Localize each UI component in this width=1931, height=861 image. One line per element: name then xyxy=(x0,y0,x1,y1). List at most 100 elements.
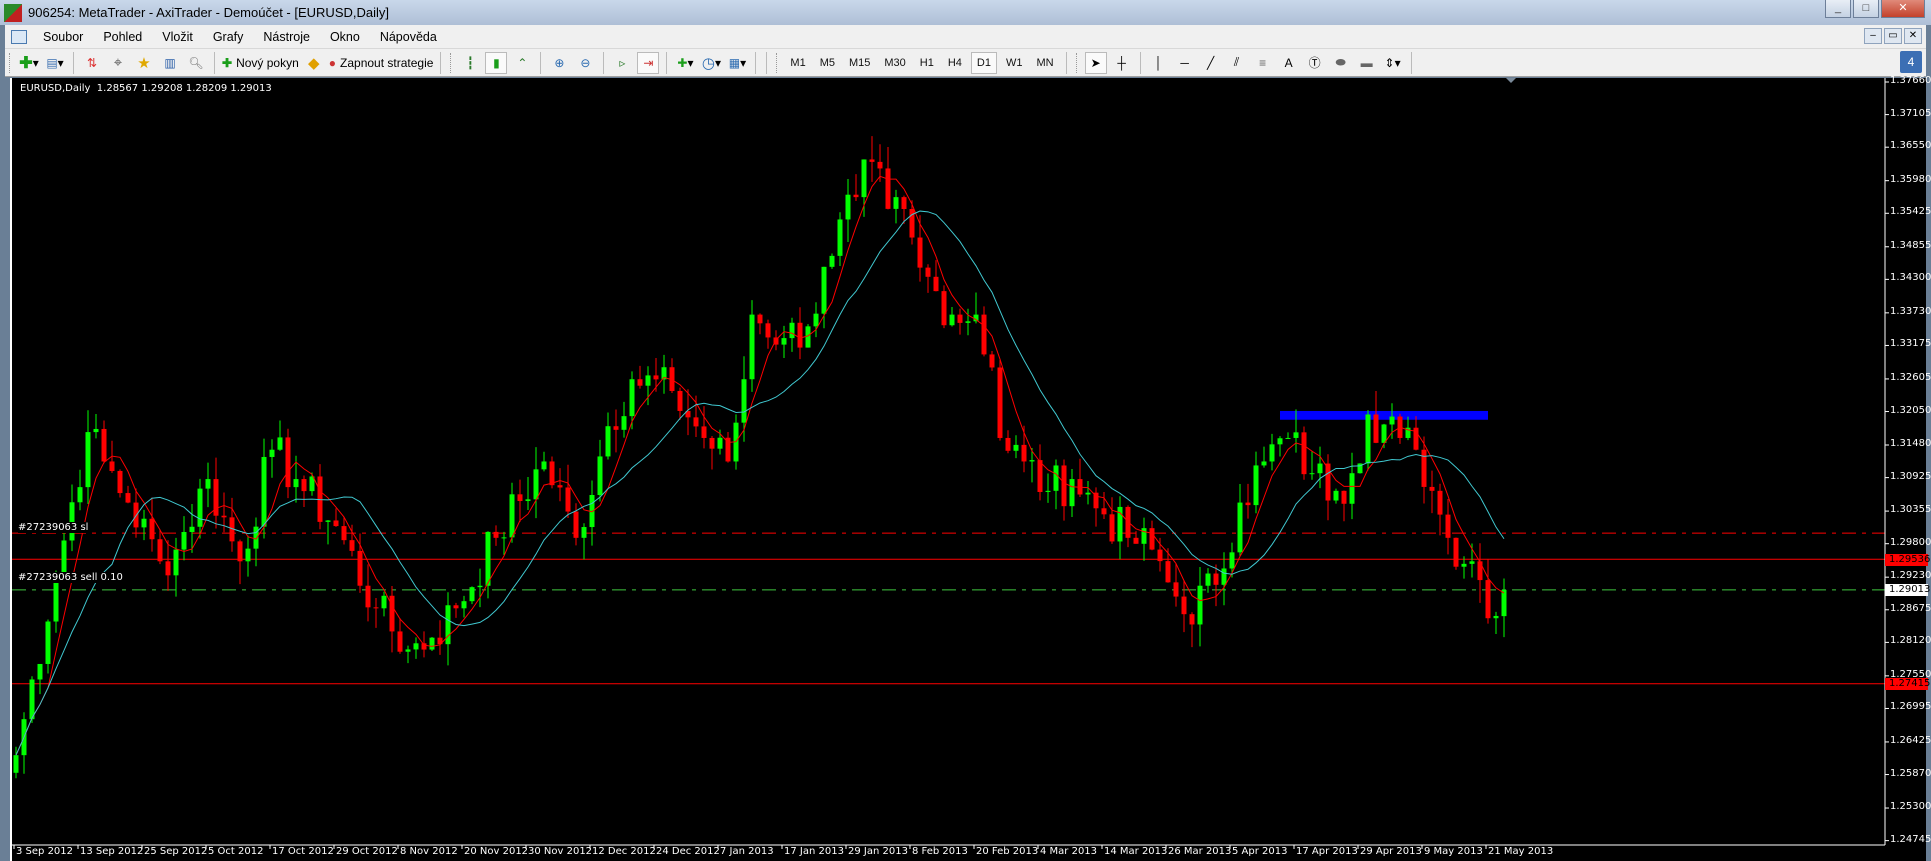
candle-body xyxy=(141,518,147,528)
close-button[interactable]: ✕ xyxy=(1881,0,1925,18)
price-axis-label: 1.30925 xyxy=(1890,470,1931,482)
menu-soubor[interactable]: Soubor xyxy=(33,30,93,44)
warning-button[interactable]: ◆ xyxy=(303,52,325,74)
candle-body xyxy=(61,540,67,574)
menu-vlozit[interactable]: Vložit xyxy=(152,30,203,44)
mdi-minimize-button[interactable]: – xyxy=(1864,28,1882,44)
new-order-button[interactable]: ✚ Nový pokyn xyxy=(222,52,299,74)
notifications-badge[interactable]: 4 xyxy=(1900,51,1922,73)
warning-icon: ◆ xyxy=(307,54,320,72)
text-label-button[interactable]: Ⓣ xyxy=(1304,52,1326,74)
timeframe-h1[interactable]: H1 xyxy=(915,52,939,74)
menu-grafy[interactable]: Grafy xyxy=(203,30,254,44)
terminal-button[interactable]: ▥ xyxy=(159,52,181,74)
new-chart-button[interactable]: ✚ ▾ xyxy=(18,52,40,74)
price-axis-label: 1.37105 xyxy=(1890,107,1931,119)
trendline-button[interactable]: ╱ xyxy=(1200,52,1222,74)
candle-body xyxy=(621,416,627,430)
price-axis-label: 1.25300 xyxy=(1890,801,1931,813)
cursor-button[interactable]: ➤ xyxy=(1084,51,1107,74)
candle-body xyxy=(965,321,971,323)
timeframe-m5[interactable]: M5 xyxy=(815,52,840,74)
profiles-button[interactable]: ▤ ▾ xyxy=(44,52,66,74)
price-axis-label: 1.31480 xyxy=(1890,438,1931,449)
autotrading-button[interactable]: ● Zapnout strategie xyxy=(329,52,434,74)
timeframe-mn[interactable]: MN xyxy=(1031,52,1058,74)
price-axis-label: 1.25870 xyxy=(1890,767,1931,779)
candle-body xyxy=(1493,615,1499,619)
price-axis-label: 1.35425 xyxy=(1890,206,1931,218)
price-axis-label: 1.34300 xyxy=(1890,272,1931,284)
mdi-restore-button[interactable]: ▭ xyxy=(1884,28,1902,44)
chart-header: EURUSD,Daily 1.28567 1.29208 1.28209 1.2… xyxy=(20,83,272,94)
candle-body xyxy=(469,587,475,602)
data-window-button[interactable]: ⌖ xyxy=(107,52,129,74)
candle-body xyxy=(261,456,267,527)
candle-body xyxy=(461,601,467,609)
autoscroll-button[interactable]: ▹ xyxy=(611,52,633,74)
candle-body xyxy=(1333,490,1339,501)
timeframe-h4[interactable]: H4 xyxy=(943,52,967,74)
date-axis-label: 9 May 2013 xyxy=(1424,846,1483,857)
candle-body xyxy=(1421,449,1427,487)
chart-shift-marker-icon xyxy=(1506,78,1516,83)
chart-shift-button[interactable]: ⇥ xyxy=(637,51,660,74)
date-axis-label: 5 Apr 2013 xyxy=(1232,846,1288,857)
crosshair-button[interactable]: ┼ xyxy=(1111,52,1133,74)
text-button[interactable]: A xyxy=(1278,52,1300,74)
folder-star-icon: ★ xyxy=(137,54,151,72)
templates-button[interactable]: ▦ ▾ xyxy=(726,52,748,74)
chart-window[interactable]: EURUSD,Daily 1.28567 1.29208 1.28209 1.2… xyxy=(10,75,1931,861)
date-axis-label: 25 Sep 2012 xyxy=(144,846,208,857)
timeframe-m1[interactable]: M1 xyxy=(785,52,810,74)
new-order-label: Nový pokyn xyxy=(236,55,299,70)
fibonacci-button[interactable]: ≡ xyxy=(1252,52,1274,74)
title-bar: 906254: MetaTrader - AxiTrader - Demoúče… xyxy=(0,0,1931,25)
price-axis-label: 1.29800 xyxy=(1890,536,1931,548)
arrows-button[interactable]: ⇕ ▾ xyxy=(1382,52,1404,74)
menu-napoveda[interactable]: Nápověda xyxy=(370,30,447,44)
timeframe-d1[interactable]: D1 xyxy=(970,51,997,74)
candle-body xyxy=(941,291,947,326)
menu-pohled[interactable]: Pohled xyxy=(93,30,152,44)
ellipse-button[interactable]: ⬬ xyxy=(1330,52,1352,74)
candlestick-button[interactable]: ▮ xyxy=(485,51,508,74)
timeframe-w1[interactable]: W1 xyxy=(1001,52,1028,74)
menu-nastroje[interactable]: Nástroje xyxy=(253,30,320,44)
mdi-close-button[interactable]: ✕ xyxy=(1904,28,1922,44)
stop-loss-label: #27239063 sl xyxy=(18,522,89,533)
candle-body xyxy=(1085,492,1091,495)
menu-okno[interactable]: Okno xyxy=(320,30,370,44)
zoom-out-icon: ⊖ xyxy=(580,55,591,70)
candle-body xyxy=(1261,461,1267,466)
periods-button[interactable]: ◷ ▾ xyxy=(700,52,722,74)
strategy-tester-button[interactable]: 🔍︎ xyxy=(185,52,207,74)
candle-body xyxy=(549,461,555,486)
equidistant-channel-button[interactable]: ⫽ xyxy=(1226,52,1248,74)
horizontal-line-button[interactable]: ─ xyxy=(1174,52,1196,74)
market-watch-button[interactable]: ⇅ xyxy=(81,52,103,74)
rectangle-button[interactable]: ▬ xyxy=(1356,52,1378,74)
chart-window-icon[interactable] xyxy=(11,29,27,44)
timeframe-m15[interactable]: M15 xyxy=(844,52,875,74)
navigator-button[interactable]: ★ xyxy=(133,52,155,74)
candle-body xyxy=(677,390,683,411)
vertical-line-button[interactable]: │ xyxy=(1148,52,1170,74)
timeframe-m30[interactable]: M30 xyxy=(879,52,910,74)
indicators-button[interactable]: ✚ ▾ xyxy=(674,52,696,74)
price-chart[interactable] xyxy=(12,78,1928,861)
zoom-in-button[interactable]: ⊕ xyxy=(548,52,570,74)
line-chart-button[interactable]: ⌃ xyxy=(511,52,533,74)
candle-body xyxy=(997,367,1003,438)
date-axis-label: 13 Sep 2012 xyxy=(80,846,144,857)
price-axis-label: 1.36550 xyxy=(1890,140,1931,152)
zoom-out-button[interactable]: ⊖ xyxy=(574,52,596,74)
candle-body xyxy=(1309,473,1315,475)
candle-body xyxy=(1157,549,1163,562)
maximize-button[interactable]: □ xyxy=(1853,0,1879,18)
bar-chart-button[interactable]: ┇ xyxy=(459,52,481,74)
chart-shift-icon: ⇥ xyxy=(643,55,654,70)
date-axis-label: 8 Feb 2013 xyxy=(912,846,968,857)
minimize-button[interactable]: _ xyxy=(1825,0,1851,18)
candle-body xyxy=(325,520,331,522)
